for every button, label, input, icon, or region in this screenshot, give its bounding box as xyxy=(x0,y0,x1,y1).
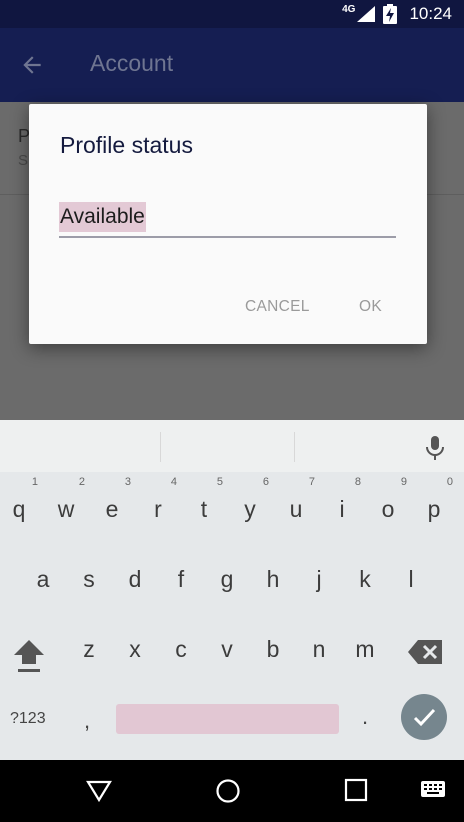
key-label: r xyxy=(154,496,162,522)
key-z[interactable]: z xyxy=(66,636,112,663)
dialog-title: Profile status xyxy=(60,132,193,158)
page-title: Account xyxy=(90,50,174,76)
key-hint: 4 xyxy=(170,476,177,488)
ok-button[interactable]: OK xyxy=(359,298,382,316)
key-v[interactable]: v xyxy=(204,636,250,663)
key-y[interactable]: 6y xyxy=(227,476,273,523)
key-p[interactable]: 0p xyxy=(411,476,457,523)
key-hint: 5 xyxy=(216,476,223,488)
suggestion-strip xyxy=(0,420,464,472)
clock: 10:24 xyxy=(409,4,452,23)
backspace-icon[interactable] xyxy=(408,638,444,666)
period-key[interactable]: . xyxy=(362,704,368,730)
key-n[interactable]: n xyxy=(296,636,342,663)
key-label: o xyxy=(381,496,395,522)
key-hint: 9 xyxy=(400,476,407,488)
list-item-subtitle: S xyxy=(18,152,29,169)
key-u[interactable]: 7u xyxy=(273,476,319,523)
profile-status-dialog: Profile status Available CANCEL OK xyxy=(29,104,427,344)
key-x[interactable]: x xyxy=(112,636,158,663)
key-r[interactable]: 4r xyxy=(135,476,181,523)
key-label: t xyxy=(200,496,208,522)
space-bar[interactable] xyxy=(116,704,339,734)
status-input-value[interactable]: Available xyxy=(59,202,146,232)
key-hint: 8 xyxy=(354,476,361,488)
key-l[interactable]: l xyxy=(388,566,434,593)
key-label: i xyxy=(339,496,345,522)
key-f[interactable]: f xyxy=(158,566,204,593)
key-d[interactable]: d xyxy=(112,566,158,593)
key-b[interactable]: b xyxy=(250,636,296,663)
key-hint: 1 xyxy=(31,476,38,488)
status-input[interactable]: Available xyxy=(59,202,396,238)
app-toolbar: Account xyxy=(0,28,464,102)
key-w[interactable]: 2w xyxy=(43,476,89,523)
key-g[interactable]: g xyxy=(204,566,250,593)
key-label: e xyxy=(105,496,119,522)
key-o[interactable]: 9o xyxy=(365,476,411,523)
key-area: ?123 , . 1q2w3e4r5t6y7u8i9o0pasdfghjklzx… xyxy=(0,472,464,760)
arrow-back-icon[interactable] xyxy=(19,52,45,78)
key-label: q xyxy=(12,496,26,522)
key-hint: 0 xyxy=(446,476,453,488)
comma-key[interactable]: , xyxy=(84,708,90,734)
back-nav-icon[interactable] xyxy=(86,778,112,804)
key-m[interactable]: m xyxy=(342,636,388,663)
recents-nav-icon[interactable] xyxy=(344,778,368,802)
cancel-button[interactable]: CANCEL xyxy=(245,298,310,316)
key-label: y xyxy=(244,496,256,522)
key-i[interactable]: 8i xyxy=(319,476,365,523)
key-t[interactable]: 5t xyxy=(181,476,227,523)
symbols-key[interactable]: ?123 xyxy=(10,710,46,728)
keyboard-switch-icon[interactable] xyxy=(420,778,446,800)
soft-keyboard: ?123 , . 1q2w3e4r5t6y7u8i9o0pasdfghjklzx… xyxy=(0,420,464,760)
key-c[interactable]: c xyxy=(158,636,204,663)
network-type: 4G xyxy=(342,3,356,15)
key-hint: 2 xyxy=(78,476,85,488)
key-label: p xyxy=(427,496,441,522)
divider xyxy=(294,432,295,462)
key-a[interactable]: a xyxy=(20,566,66,593)
shift-icon[interactable] xyxy=(12,636,46,674)
key-label: u xyxy=(289,496,303,522)
key-hint: 3 xyxy=(124,476,131,488)
home-nav-icon[interactable] xyxy=(215,778,241,804)
status-bar: 4G 10:24 xyxy=(0,0,464,28)
key-e[interactable]: 3e xyxy=(89,476,135,523)
checkmark-icon xyxy=(413,708,436,727)
key-hint: 7 xyxy=(308,476,315,488)
key-q[interactable]: 1q xyxy=(0,476,42,523)
battery-icon xyxy=(383,4,398,24)
signal-icon xyxy=(357,6,376,22)
key-label: w xyxy=(57,496,75,522)
divider xyxy=(160,432,161,462)
navigation-bar xyxy=(0,760,464,822)
key-h[interactable]: h xyxy=(250,566,296,593)
key-k[interactable]: k xyxy=(342,566,388,593)
key-s[interactable]: s xyxy=(66,566,112,593)
key-hint: 6 xyxy=(262,476,269,488)
done-button[interactable] xyxy=(401,694,447,740)
microphone-icon[interactable] xyxy=(424,434,446,462)
key-j[interactable]: j xyxy=(296,566,342,593)
